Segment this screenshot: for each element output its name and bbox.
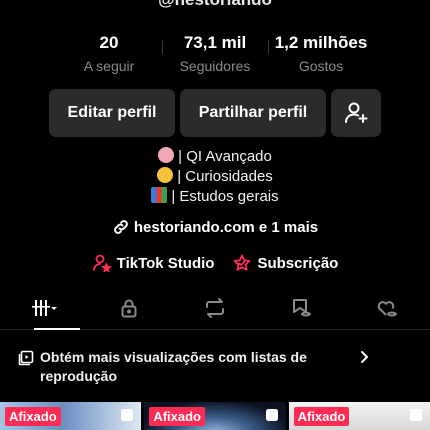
tab-liked[interactable] xyxy=(344,286,430,329)
tiktok-studio-link[interactable]: TikTok Studio xyxy=(92,253,215,273)
likes-stat[interactable]: 1,2 milhões Gostos xyxy=(268,32,374,74)
multi-image-icon xyxy=(265,409,278,421)
bio-link[interactable]: hestoriando.com e 1 mais xyxy=(0,218,430,236)
add-friend-button[interactable] xyxy=(331,89,381,137)
following-stat[interactable]: 20 A seguir xyxy=(56,32,162,74)
books-emoji-icon xyxy=(151,187,168,203)
following-count: 20 xyxy=(99,33,119,52)
profile-actions: Editar perfil Partilhar perfil xyxy=(49,89,381,137)
edit-profile-button[interactable]: Editar perfil xyxy=(49,89,175,137)
video-grid: Afixado Afixado Afixado xyxy=(0,402,430,430)
following-label: A seguir xyxy=(83,58,135,74)
pinned-badge: Afixado xyxy=(293,407,350,426)
tiktok-studio-label: TikTok Studio xyxy=(116,254,215,272)
followers-stat[interactable]: 73,1 mil Seguidores xyxy=(162,32,268,74)
videos-grid-icon xyxy=(32,299,57,316)
bio-line: | Curiosidades xyxy=(0,167,430,187)
likes-count: 1,2 milhões xyxy=(274,33,368,52)
profile-stats: 20 A seguir 73,1 mil Seguidores 1,2 milh… xyxy=(56,32,374,74)
profile-bio: | QI Avançado | Curiosidades | Estudos g… xyxy=(0,147,430,207)
profile-tabs xyxy=(0,286,430,330)
bookmark-eye-icon xyxy=(293,298,311,316)
creator-tools: TikTok Studio Subscrição xyxy=(0,253,430,273)
brain-emoji-icon xyxy=(158,147,175,163)
playlist-banner[interactable]: Obtém mais visualizações com listas de r… xyxy=(18,348,378,386)
video-thumbnail[interactable]: Afixado xyxy=(144,402,286,430)
pinned-badge: Afixado xyxy=(149,407,205,426)
heart-eye-icon xyxy=(377,300,397,316)
subscription-label: Subscrição xyxy=(257,254,339,272)
tab-videos[interactable] xyxy=(0,286,86,330)
studio-person-icon xyxy=(92,254,112,273)
repost-icon xyxy=(206,297,224,318)
profile-handle: @hestoriando xyxy=(0,0,430,10)
followers-count: 73,1 mil xyxy=(183,33,247,52)
playlist-banner-text: Obtém mais visualizações com listas de r… xyxy=(40,349,307,384)
followers-label: Seguidores xyxy=(179,58,251,74)
bio-link-text: hestoriando.com e 1 mais xyxy=(133,218,319,236)
link-icon xyxy=(114,220,128,234)
multi-image-icon xyxy=(409,409,422,421)
bio-line: | Estudos gerais xyxy=(0,187,430,207)
lock-icon xyxy=(121,299,137,317)
tab-reposts[interactable] xyxy=(172,286,258,329)
subscription-star-icon xyxy=(234,254,251,271)
bio-text: | QI Avançado xyxy=(178,148,272,165)
bio-line: | QI Avançado xyxy=(0,147,430,167)
bio-text: | Estudos gerais xyxy=(171,188,279,205)
add-user-icon xyxy=(345,102,368,123)
share-profile-button[interactable]: Partilhar perfil xyxy=(180,89,326,137)
video-thumbnail[interactable]: Afixado xyxy=(0,402,142,430)
pinned-badge: Afixado xyxy=(5,407,61,426)
thinking-face-emoji-icon xyxy=(157,167,174,183)
tab-private[interactable] xyxy=(86,286,172,329)
bio-text: | Curiosidades xyxy=(177,168,273,185)
subscription-link[interactable]: Subscrição xyxy=(232,253,338,273)
tab-favorites[interactable] xyxy=(258,286,344,329)
likes-label: Gostos xyxy=(298,58,344,74)
chevron-right-icon[interactable] xyxy=(358,349,370,365)
playlist-icon xyxy=(18,350,34,366)
multi-image-icon xyxy=(121,409,134,421)
video-thumbnail[interactable]: Afixado xyxy=(288,402,430,430)
